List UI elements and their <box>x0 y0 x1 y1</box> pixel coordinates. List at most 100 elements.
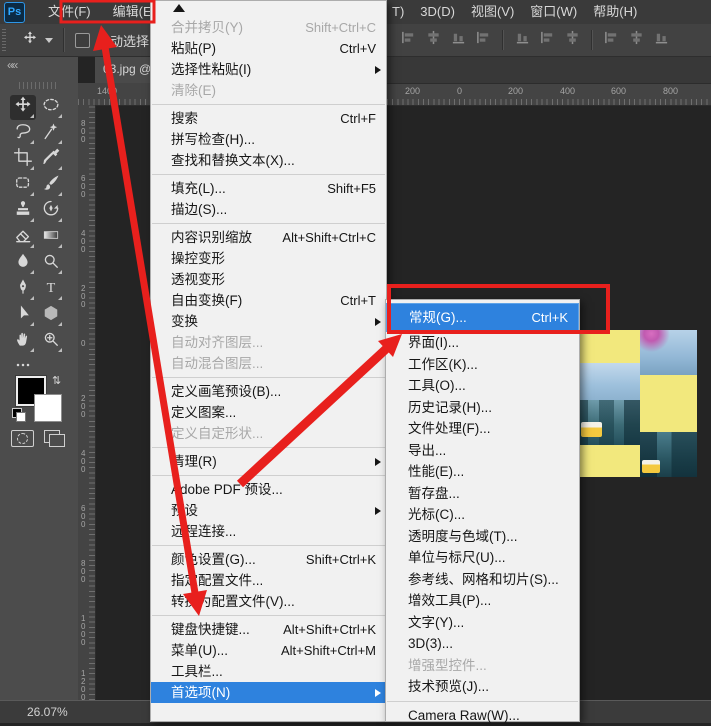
menu-item-label: 暂存盘... <box>386 483 460 505</box>
edit-menu-item-7[interactable]: 拼写检查(H)... <box>151 129 386 150</box>
align-left-icon[interactable] <box>426 30 441 50</box>
collapse-panel-icon[interactable]: «« <box>7 58 16 72</box>
zoom-level[interactable]: 26.07% <box>27 701 68 723</box>
menubar-item-right-3[interactable]: 窗口(W) <box>522 0 585 24</box>
preferences-item-11[interactable]: 单位与标尺(U)... <box>386 547 579 569</box>
dodge-tool[interactable] <box>38 251 64 276</box>
preferences-item-2[interactable]: 工作区(K)... <box>386 354 579 376</box>
quick-mask-icon[interactable] <box>11 430 34 447</box>
preferences-item-3[interactable]: 工具(O)... <box>386 375 579 397</box>
edit-menu-item-32[interactable]: 指定配置文件... <box>151 570 386 591</box>
distribute-middle-icon[interactable] <box>540 30 555 50</box>
edit-menu-item-6[interactable]: 搜索Ctrl+F <box>151 108 386 129</box>
lasso-tool[interactable] <box>10 121 36 146</box>
edit-menu-item-16[interactable]: 自由变换(F)Ctrl+T <box>151 290 386 311</box>
preferences-item-17[interactable]: 技术预览(J)... <box>386 676 579 698</box>
screen-mode-icon[interactable] <box>44 430 60 443</box>
preferences-item-4[interactable]: 历史记录(H)... <box>386 397 579 419</box>
preferences-item-6[interactable]: 导出... <box>386 440 579 462</box>
menu-item-label: 文字(Y)... <box>386 612 464 634</box>
menu-item-label: Adobe PDF 预设... <box>151 479 283 500</box>
edit-menu-item-25[interactable]: 清理(R) <box>151 451 386 472</box>
hand-tool[interactable] <box>10 329 36 354</box>
edit-menu-item-31[interactable]: 颜色设置(G)...Shift+Ctrl+K <box>151 549 386 570</box>
align-center-h-icon[interactable] <box>451 30 466 50</box>
menubar-item-left-0[interactable]: 文件(F) <box>37 0 102 24</box>
eraser-tool[interactable] <box>10 225 36 250</box>
preferences-item-9[interactable]: 光标(C)... <box>386 504 579 526</box>
menubar-item-right-2[interactable]: 视图(V) <box>463 0 522 24</box>
pen-tool[interactable] <box>10 277 36 302</box>
zoom-tool[interactable] <box>38 329 64 354</box>
preferences-item-14[interactable]: 文字(Y)... <box>386 612 579 634</box>
edit-menu-item-11[interactable]: 描边(S)... <box>151 199 386 220</box>
eyedropper-tool[interactable] <box>38 147 64 172</box>
edit-menu-item-17[interactable]: 变换 <box>151 311 386 332</box>
background-color-swatch[interactable] <box>34 394 62 422</box>
align-right-icon[interactable] <box>476 30 491 50</box>
preferences-item-12[interactable]: 参考线、网格和切片(S)... <box>386 569 579 591</box>
edit-menu-item-13[interactable]: 内容识别缩放Alt+Shift+Ctrl+C <box>151 227 386 248</box>
edit-menu-item-21[interactable]: 定义画笔预设(B)... <box>151 381 386 402</box>
path-selection-tool[interactable] <box>10 303 36 328</box>
edit-menu-item-37[interactable]: 工具栏... <box>151 661 386 682</box>
align-bottom-icon[interactable] <box>401 30 416 50</box>
brush-tool[interactable] <box>38 173 64 198</box>
preferences-item-10[interactable]: 透明度与色域(T)... <box>386 526 579 548</box>
edit-menu-item-14[interactable]: 操控变形 <box>151 248 386 269</box>
swap-colors-icon[interactable]: ⇅ <box>52 374 61 387</box>
distribute-bottom-icon[interactable] <box>565 30 580 50</box>
tool-preset-picker[interactable] <box>22 30 53 51</box>
menu-item-label: 导出... <box>386 440 446 462</box>
edit-menu-item-28[interactable]: 预设 <box>151 500 386 521</box>
clone-stamp-tool[interactable] <box>10 199 36 224</box>
edit-menu-item-8[interactable]: 查找和替换文本(X)... <box>151 150 386 171</box>
gradient-tool[interactable] <box>38 225 64 250</box>
shape-tool[interactable] <box>38 303 64 328</box>
healing-brush-tool[interactable] <box>10 173 36 198</box>
preferences-item-1[interactable]: 界面(I)... <box>386 332 579 354</box>
edit-menu-item-38[interactable]: 首选项(N) <box>151 682 386 703</box>
edit-menu-item-35[interactable]: 键盘快捷键...Alt+Shift+Ctrl+K <box>151 619 386 640</box>
magic-wand-tool[interactable] <box>38 121 64 146</box>
edit-menu-item-22[interactable]: 定义图案... <box>151 402 386 423</box>
edit-menu-item-36[interactable]: 菜单(U)...Alt+Shift+Ctrl+M <box>151 640 386 661</box>
history-brush-tool[interactable] <box>38 199 64 224</box>
blur-tool[interactable] <box>10 251 36 276</box>
edit-menu-item-33[interactable]: 转换为配置文件(V)... <box>151 591 386 612</box>
preferences-item-0[interactable]: 常规(G)...Ctrl+K <box>386 303 579 332</box>
menubar-item-right-0[interactable]: T) <box>384 0 412 24</box>
distribute-left-icon[interactable] <box>604 30 619 50</box>
auto-select-checkbox[interactable] <box>75 33 90 48</box>
edit-menu-item-27[interactable]: Adobe PDF 预设... <box>151 479 386 500</box>
move-tool[interactable] <box>10 95 36 120</box>
marquee-tool[interactable] <box>38 95 64 120</box>
edit-menu-item-2[interactable]: 粘贴(P)Ctrl+V <box>151 38 386 59</box>
default-colors-icon[interactable] <box>12 408 25 421</box>
distribute-right-icon[interactable] <box>654 30 669 50</box>
edit-menu-item-29[interactable]: 远程连接... <box>151 521 386 542</box>
preferences-item-5[interactable]: 文件处理(F)... <box>386 418 579 440</box>
distribute-top-icon[interactable] <box>515 30 530 50</box>
distribute-center-icon[interactable] <box>629 30 644 50</box>
preferences-item-15[interactable]: 3D(3)... <box>386 633 579 655</box>
preferences-item-19[interactable]: Camera Raw(W)... <box>386 705 579 726</box>
preferences-item-8[interactable]: 暂存盘... <box>386 483 579 505</box>
menubar-item-right-1[interactable]: 3D(D) <box>412 0 463 24</box>
preferences-item-13[interactable]: 增效工具(P)... <box>386 590 579 612</box>
edit-menu-item-3[interactable]: 选择性粘贴(I) <box>151 59 386 80</box>
submenu-arrow-icon <box>375 507 381 515</box>
menu-item-label: 透视变形 <box>151 269 225 290</box>
edit-menu-item-15[interactable]: 透视变形 <box>151 269 386 290</box>
preferences-item-7[interactable]: 性能(E)... <box>386 461 579 483</box>
menubar-item-right-4[interactable]: 帮助(H) <box>585 0 645 24</box>
crop-tool[interactable] <box>10 147 36 172</box>
ruler-label: 0 <box>81 340 85 348</box>
magic-wand-icon <box>41 121 61 146</box>
type-tool[interactable]: T <box>38 277 64 302</box>
edit-menu-item-10[interactable]: 填充(L)...Shift+F5 <box>151 178 386 199</box>
menu-item-label: 光标(C)... <box>386 504 465 526</box>
submenu-arrow-icon <box>375 458 381 466</box>
menu-scroll-up-icon[interactable] <box>151 3 386 17</box>
menu-item-shortcut: Ctrl+K <box>532 304 568 331</box>
